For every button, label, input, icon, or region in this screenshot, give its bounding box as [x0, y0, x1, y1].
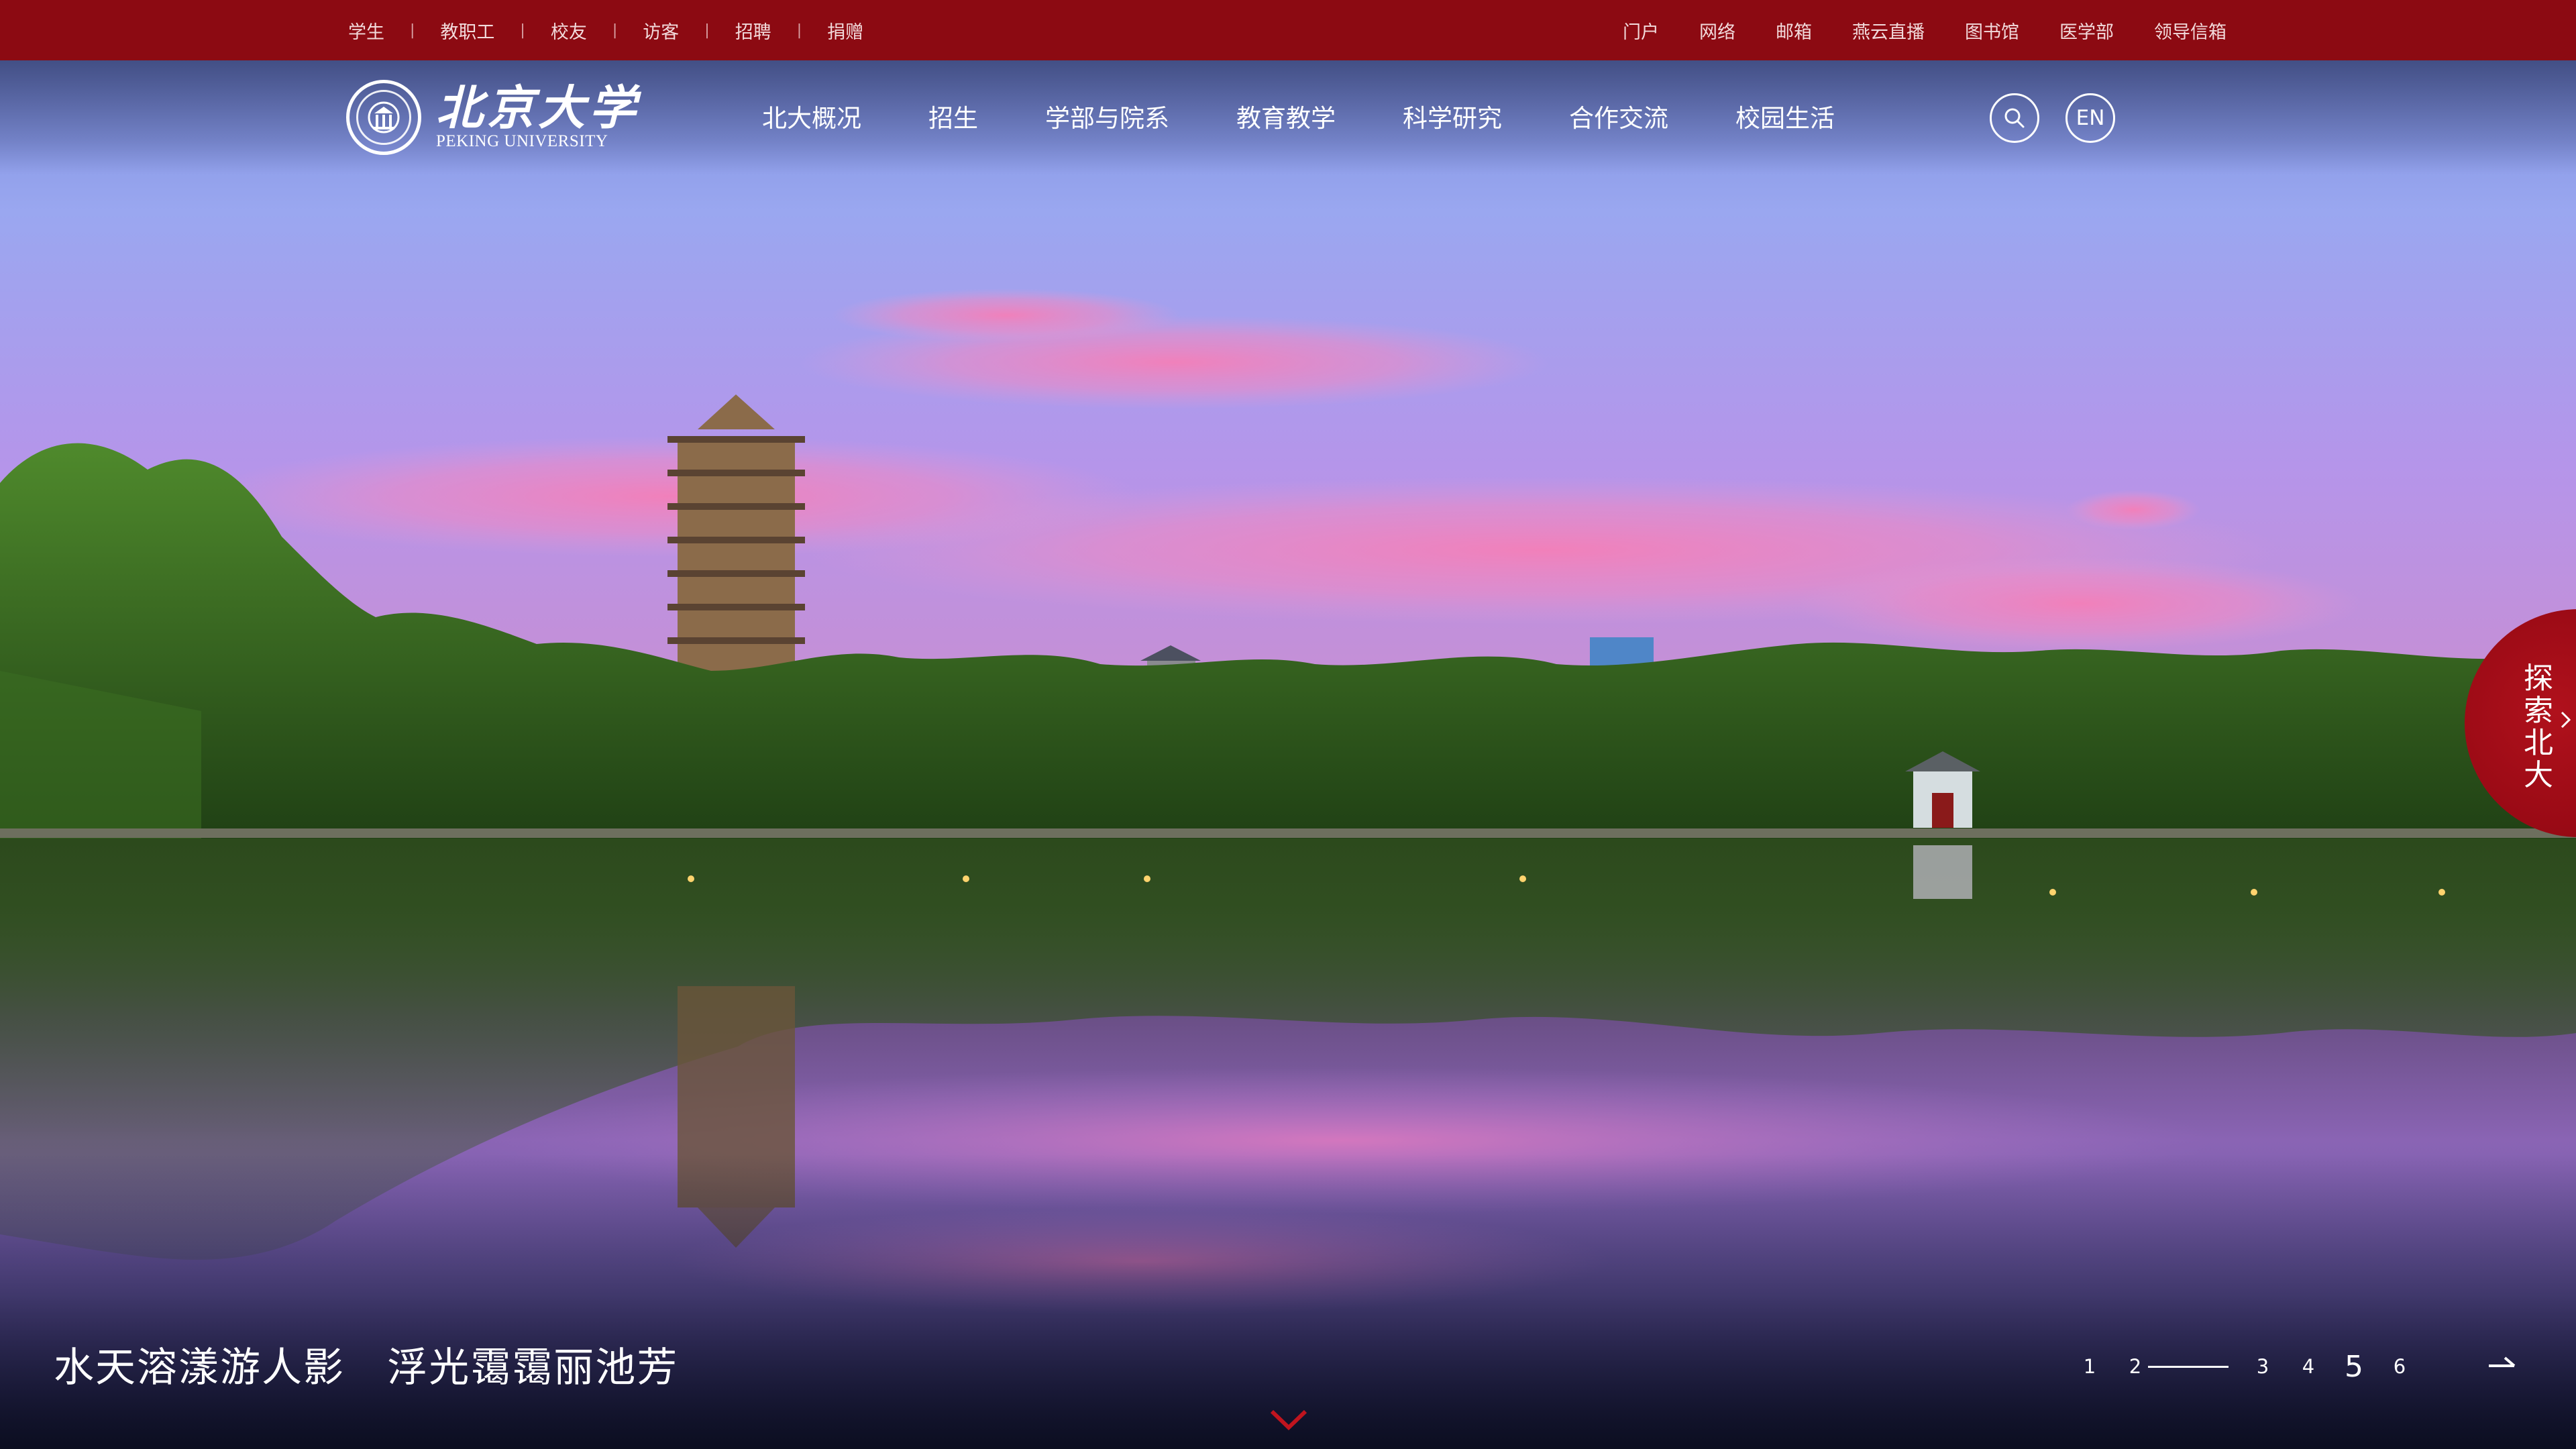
- separator: |: [520, 21, 525, 39]
- pager-progress-line: [2148, 1365, 2229, 1368]
- pager-dot-4[interactable]: 4: [2298, 1355, 2318, 1378]
- separator: |: [704, 21, 710, 39]
- pager-dot-6[interactable]: 6: [2390, 1355, 2410, 1378]
- chevron-right-icon: [2561, 711, 2571, 729]
- link-live[interactable]: 燕云直播: [1852, 17, 1925, 44]
- link-students[interactable]: 学生: [348, 17, 384, 44]
- chevron-down-icon[interactable]: [1268, 1406, 1309, 1433]
- logo-wordmark: 北京大学 PEKING UNIVERSITY: [436, 84, 640, 151]
- link-library[interactable]: 图书馆: [1965, 17, 2019, 44]
- link-medical[interactable]: 医学部: [2059, 17, 2114, 44]
- nav-schools[interactable]: 学部与院系: [1045, 98, 1169, 134]
- search-icon: [2004, 108, 2025, 128]
- link-network[interactable]: 网络: [1699, 17, 1735, 44]
- arrow-right-icon[interactable]: [2486, 1354, 2518, 1378]
- hero-caption: 水天溶漾游人影 浮光霭霭丽池芳: [54, 1344, 679, 1391]
- link-mail[interactable]: 邮箱: [1776, 17, 1812, 44]
- link-president-mailbox[interactable]: 领导信箱: [2154, 17, 2226, 44]
- separator: |: [796, 21, 802, 39]
- link-visitors[interactable]: 访客: [643, 17, 679, 44]
- bottom-gradient-overlay: [0, 1154, 2576, 1449]
- logo-chinese-name: 北京大学: [436, 80, 640, 136]
- link-portal[interactable]: 门户: [1623, 17, 1659, 44]
- language-switch-button[interactable]: EN: [2065, 93, 2115, 143]
- main-navigation: 北京大学 PEKING UNIVERSITY 北大概况 招生 学部与院系 教育教…: [0, 60, 2576, 174]
- explore-label: 探索北大: [2524, 661, 2553, 792]
- utility-bar: 学生 | 教职工 | 校友 | 访客 | 招聘 | 捐赠 门户 网络 邮箱 燕云…: [0, 0, 2576, 60]
- pager-dot-1[interactable]: 1: [2080, 1355, 2100, 1378]
- nav-cooperation[interactable]: 合作交流: [1569, 98, 1668, 134]
- pager-dot-3[interactable]: 3: [2253, 1355, 2273, 1378]
- nav-research[interactable]: 科学研究: [1403, 98, 1502, 134]
- university-logo[interactable]: 北京大学 PEKING UNIVERSITY: [346, 78, 640, 157]
- pager-dot-5-active[interactable]: 5: [2344, 1350, 2364, 1384]
- slide-pager: 1 2 3 4 5 6: [2080, 1350, 2410, 1384]
- link-faculty[interactable]: 教职工: [440, 17, 494, 44]
- nav-about[interactable]: 北大概况: [762, 98, 861, 134]
- pager-dot-2[interactable]: 2: [2125, 1355, 2145, 1378]
- nav-campus-life[interactable]: 校园生活: [1735, 98, 1835, 134]
- university-seal-icon: [346, 80, 421, 155]
- separator: |: [612, 21, 618, 39]
- link-donate[interactable]: 捐赠: [827, 17, 863, 44]
- service-links: 门户 网络 邮箱 燕云直播 图书馆 医学部 领导信箱: [1582, 0, 2226, 60]
- link-jobs[interactable]: 招聘: [735, 17, 771, 44]
- nav-education[interactable]: 教育教学: [1236, 98, 1336, 134]
- nav-admissions[interactable]: 招生: [928, 98, 978, 134]
- search-button[interactable]: [1990, 93, 2039, 143]
- audience-links: 学生 | 教职工 | 校友 | 访客 | 招聘 | 捐赠: [348, 0, 863, 60]
- seal-emblem-icon: [368, 101, 400, 133]
- separator: |: [410, 21, 415, 39]
- primary-menu: 北大概况 招生 学部与院系 教育教学 科学研究 合作交流 校园生活: [762, 59, 1835, 173]
- link-alumni[interactable]: 校友: [551, 17, 587, 44]
